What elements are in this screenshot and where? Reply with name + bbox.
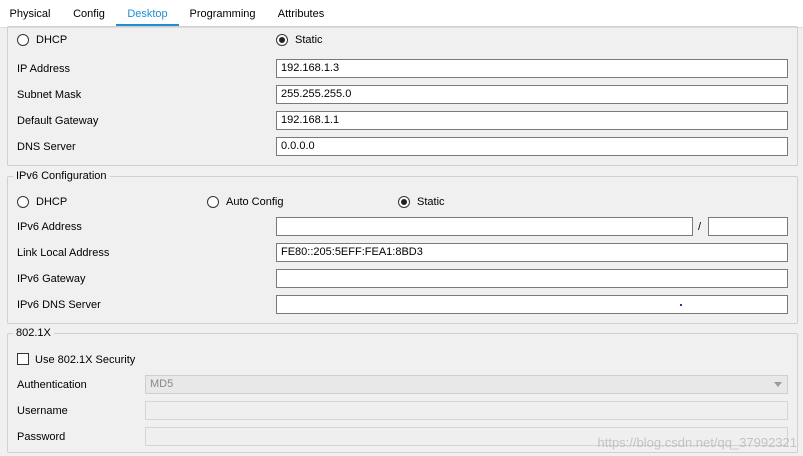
chevron-down-icon: [774, 382, 782, 387]
subnet-mask-input[interactable]: 255.255.255.0: [276, 85, 788, 104]
ipv6-static-label: Static: [417, 196, 445, 208]
ipv4-static-label: Static: [295, 34, 323, 46]
link-local-address-label: Link Local Address: [17, 247, 110, 259]
authentication-select[interactable]: MD5: [145, 375, 788, 394]
ipv6-group-title: IPv6 Configuration: [13, 170, 110, 182]
ipv6-dhcp-label: DHCP: [36, 196, 68, 208]
tab-bar: Physical Config Desktop Programming Attr…: [0, 0, 803, 28]
dns-server-label: DNS Server: [17, 141, 76, 153]
ipv4-dhcp-label: DHCP: [36, 34, 68, 46]
subnet-mask-label: Subnet Mask: [17, 89, 82, 101]
ip-address-label: IP Address: [17, 63, 70, 75]
ipv6-prefix-input[interactable]: [708, 217, 788, 236]
ipv4-static-radio[interactable]: [276, 34, 288, 46]
ipv6-address-label: IPv6 Address: [17, 221, 82, 233]
ipv6-dns-server-input[interactable]: [276, 295, 788, 314]
default-gateway-label: Default Gateway: [17, 115, 99, 127]
tab-programming[interactable]: Programming: [181, 0, 264, 24]
cursor-dot: [680, 304, 682, 306]
ipv6-static-radio[interactable]: [398, 196, 410, 208]
ipv6-gateway-input[interactable]: [276, 269, 788, 288]
authentication-label: Authentication: [17, 379, 87, 391]
tab-attributes[interactable]: Attributes: [266, 0, 336, 24]
ipv6-dns-server-label: IPv6 DNS Server: [17, 299, 101, 311]
tab-physical[interactable]: Physical: [0, 0, 60, 24]
dns-server-input[interactable]: 0.0.0.0: [276, 137, 788, 156]
ipv6-gateway-label: IPv6 Gateway: [17, 273, 86, 285]
ip-address-input[interactable]: 192.168.1.3: [276, 59, 788, 78]
ipv6-auto-config-radio[interactable]: [207, 196, 219, 208]
use-8021x-checkbox[interactable]: [17, 353, 29, 365]
use-8021x-label: Use 802.1X Security: [35, 354, 136, 366]
password-label: Password: [17, 431, 66, 443]
tab-config[interactable]: Config: [62, 0, 116, 24]
tab-desktop[interactable]: Desktop: [116, 0, 179, 27]
default-gateway-input[interactable]: 192.168.1.1: [276, 111, 788, 130]
username-label: Username: [17, 405, 68, 417]
ipv6-dhcp-radio[interactable]: [17, 196, 29, 208]
ipv4-dhcp-radio[interactable]: [17, 34, 29, 46]
dot1x-group-title: 802.1X: [13, 327, 54, 339]
username-input[interactable]: [145, 401, 788, 420]
authentication-value: MD5: [150, 378, 174, 390]
link-local-address-input[interactable]: FE80::205:5EFF:FEA1:8BD3: [276, 243, 788, 262]
ipv6-address-input[interactable]: [276, 217, 693, 236]
watermark: https://blog.csdn.net/qq_37992321: [597, 435, 798, 450]
prefix-separator: /: [698, 221, 702, 233]
ipv6-auto-config-label: Auto Config: [226, 196, 284, 208]
